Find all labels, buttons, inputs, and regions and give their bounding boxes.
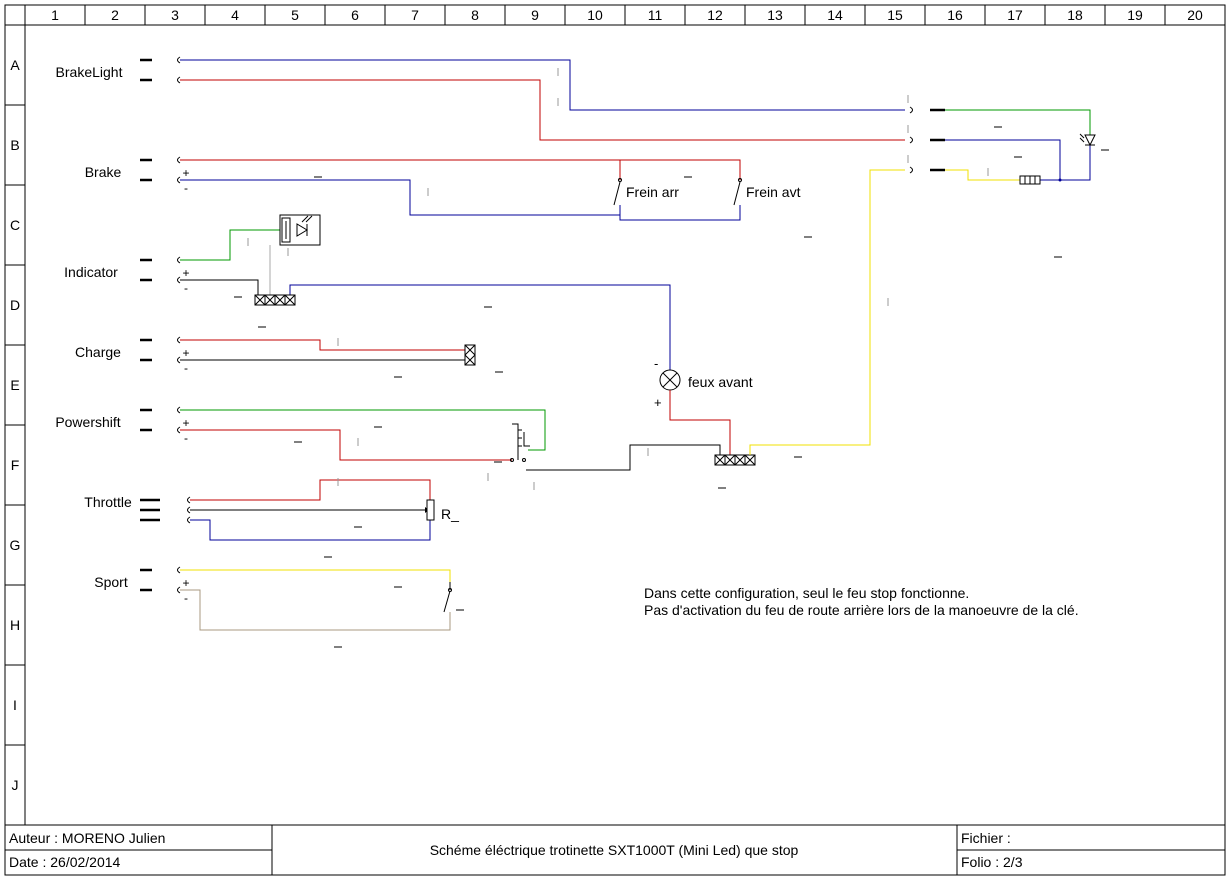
polarity-mark: - <box>184 181 188 195</box>
column-label: 14 <box>827 7 843 23</box>
column-label: 7 <box>411 7 419 23</box>
connector-label-brakelight: BrakeLight <box>56 64 123 80</box>
column-label: 1 <box>51 7 59 23</box>
title-block-author: Auteur : MORENO Julien <box>9 830 165 846</box>
column-label: 18 <box>1067 7 1083 23</box>
connector-label-brake: Brake <box>85 164 122 180</box>
title-block-file: Fichier : <box>961 830 1011 846</box>
column-label: 20 <box>1187 7 1203 23</box>
connector-label-sport: Sport <box>94 574 128 590</box>
feux-avant-lamp <box>659 369 681 391</box>
column-label: 2 <box>111 7 119 23</box>
powershift-switch <box>510 423 530 462</box>
polarity-mark: + <box>182 576 189 590</box>
label-resistor: R_ <box>441 506 459 522</box>
row-label: G <box>10 537 21 553</box>
column-label: 16 <box>947 7 963 23</box>
indicator-wire-black <box>180 279 259 295</box>
column-label: 17 <box>1007 7 1023 23</box>
connector-label-indicator: Indicator <box>64 264 118 280</box>
indicator-wire-blue <box>289 284 671 370</box>
title-block-folio: Folio : 2/3 <box>961 854 1023 870</box>
polarity-mark: - <box>184 281 188 295</box>
row-label: J <box>12 777 19 793</box>
feux-avant-minus: - <box>654 356 658 371</box>
column-label: 19 <box>1127 7 1143 23</box>
feux-avant-plus: + <box>654 395 662 410</box>
connector-label-throttle: Throttle <box>84 494 132 510</box>
main-terminal-block <box>714 454 756 466</box>
title-block-date: Date : 26/02/2014 <box>9 854 121 870</box>
rear-wire-green <box>945 109 1091 135</box>
polarity-mark: + <box>182 266 189 280</box>
note-line-2: Pas d'activation du feu de route arrière… <box>644 602 1079 618</box>
column-label: 11 <box>648 7 663 23</box>
throttle-wire-blue <box>190 519 431 541</box>
polarity-mark: - <box>184 591 188 605</box>
indicator-terminal-block <box>254 294 296 306</box>
schematic-sheet: 1 2 3 4 5 6 7 8 9 10 11 12 13 14 15 16 17 18 19 20ABCDEFGHI… <box>4 4 1226 876</box>
throttle-resistor <box>426 499 435 521</box>
column-label: 10 <box>587 7 603 23</box>
rear-wire-yellow <box>945 169 1020 181</box>
rear-connector-receptacles <box>909 106 945 174</box>
label-frein-arr: Frein arr <box>626 184 679 200</box>
row-label: F <box>11 457 20 473</box>
label-feux-avant: feux avant <box>688 374 753 390</box>
polarity-mark: - <box>184 431 188 445</box>
column-label: 3 <box>171 7 179 23</box>
column-label: 13 <box>767 7 783 23</box>
throttle-wire-red <box>190 479 431 501</box>
rear-led-icon <box>1079 133 1096 147</box>
sheet-frame <box>4 4 1226 876</box>
row-label: C <box>10 217 20 233</box>
column-label: 6 <box>351 7 359 23</box>
polarity-mark: + <box>182 166 189 180</box>
polarity-mark: + <box>182 416 189 430</box>
frein-arr-switch <box>613 181 621 206</box>
row-label: H <box>10 617 20 633</box>
brake-wire-red <box>180 159 741 180</box>
row-label: A <box>10 57 20 73</box>
row-label: B <box>10 137 19 153</box>
sport-switch <box>443 582 452 613</box>
charge-plug <box>464 344 476 366</box>
polarity-mark: - <box>184 361 188 375</box>
row-label: I <box>13 697 17 713</box>
frein-avt-switch <box>733 181 741 206</box>
column-label: 8 <box>471 7 479 23</box>
column-label: 15 <box>887 7 903 23</box>
note-line-1: Dans cette configuration, seul le feu st… <box>644 585 969 601</box>
powershift-wire-red <box>180 429 512 461</box>
column-label: 12 <box>707 7 723 23</box>
sheet-grid: 1 2 3 4 5 6 7 8 9 10 11 12 13 14 15 16 17 18 19 20ABCDEFGHI… <box>5 5 1225 825</box>
brakelight-wire-blue <box>180 59 905 111</box>
connector-pins <box>140 56 191 594</box>
rear-resistor <box>1019 175 1041 185</box>
powershift-wire-black <box>526 444 721 471</box>
title-block-title: Schéme éléctrique trotinette SXT1000T (M… <box>430 842 799 858</box>
sport-wire-yellow <box>180 569 451 582</box>
column-label: 4 <box>231 7 239 23</box>
indicator-sensor <box>279 214 321 246</box>
rear-wire-blue <box>945 139 1091 181</box>
row-label: D <box>10 297 20 313</box>
sport-wire-tan <box>180 589 451 631</box>
row-label: E <box>10 377 19 393</box>
tail-wire-yellow <box>749 169 905 455</box>
column-label: 9 <box>531 7 539 23</box>
connector-label-charge: Charge <box>75 344 121 360</box>
charge-wire-red <box>180 339 465 351</box>
connector-label-powershift: Powershift <box>55 414 120 430</box>
column-label: 5 <box>291 7 299 23</box>
indicator-wire-green <box>180 229 282 261</box>
wire-reference-marks <box>234 68 1109 648</box>
label-frein-avt: Frein avt <box>746 184 801 200</box>
polarity-marks: +-+-+-+-+- <box>182 166 189 605</box>
polarity-mark: + <box>182 346 189 360</box>
